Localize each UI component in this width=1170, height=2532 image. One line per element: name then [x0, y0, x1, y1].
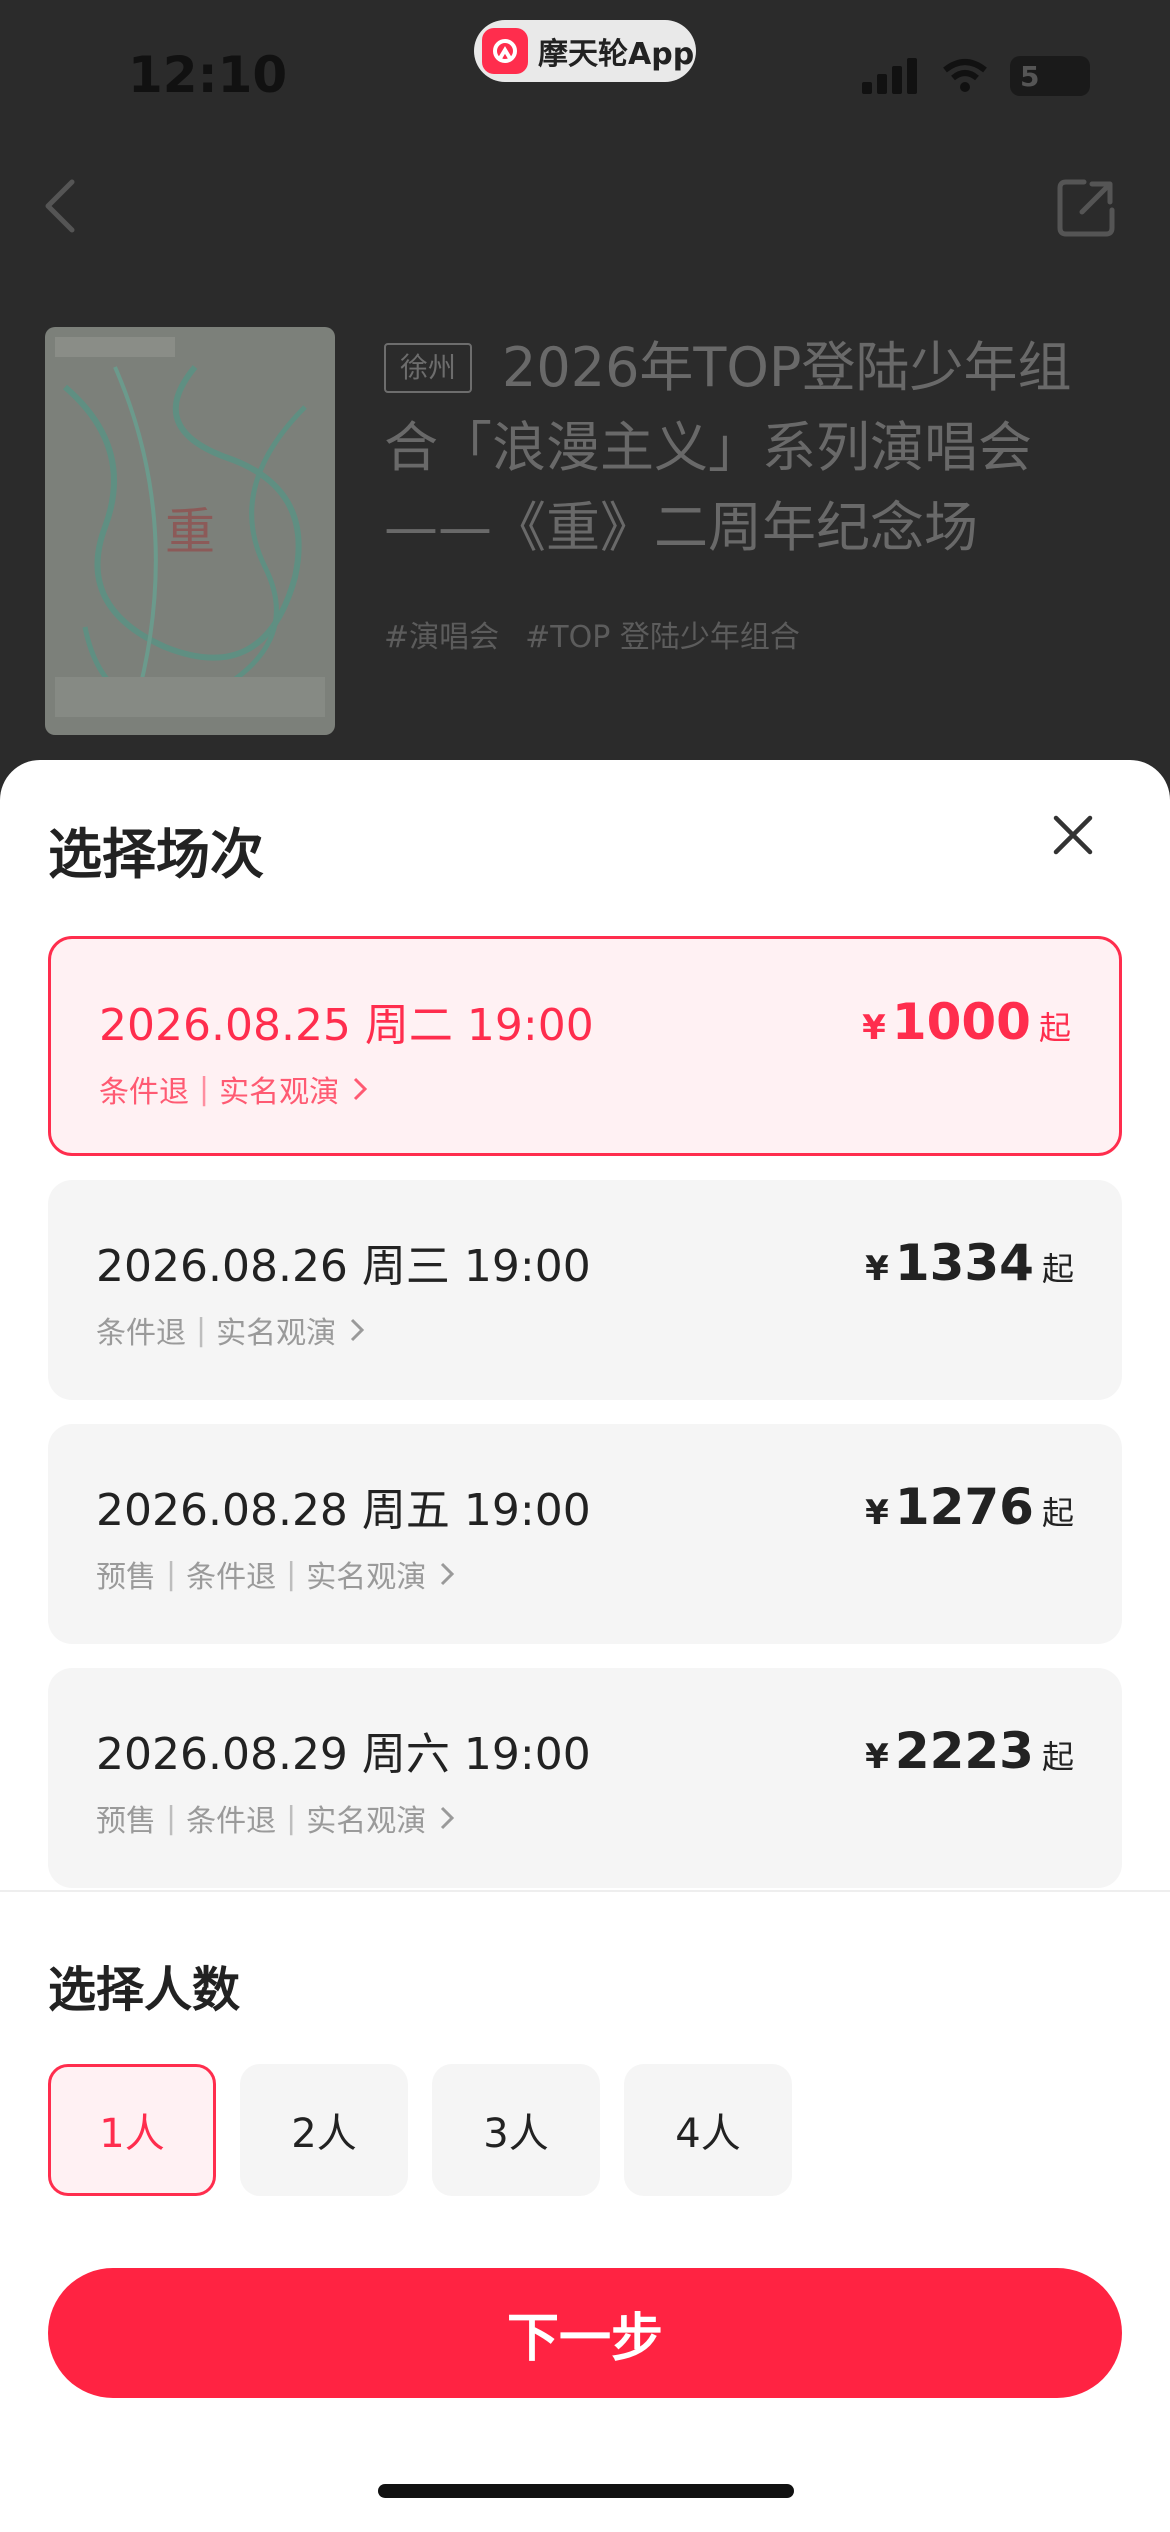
status-icons: 5 [860, 56, 1090, 96]
session-card[interactable]: 2026.08.25 周二 19:00 条件退 | 实名观演 ¥ 1000 起 [48, 936, 1122, 1156]
policy-label: 条件退 [186, 1560, 277, 1595]
count-option-3[interactable]: 3人 [432, 2064, 600, 2196]
price-suffix: 起 [1041, 1494, 1074, 1532]
count-option-4[interactable]: 4人 [624, 2064, 792, 2196]
policy-label: 条件退 [96, 1316, 186, 1351]
chevron-right-icon [354, 1077, 368, 1101]
session-select-sheet: 选择场次 2026.08.25 周二 19:00 条件退 | 实名观演 ¥ 10… [0, 760, 1170, 2532]
currency-symbol: ¥ [865, 1493, 889, 1533]
city-tag: 徐州 [384, 343, 473, 393]
count-options: 1人 2人 3人 4人 [48, 2064, 792, 2196]
separator: | [286, 1800, 297, 1836]
section-divider [0, 1890, 1170, 1892]
session-card[interactable]: 2026.08.28 周五 19:00 预售 | 条件退 | 实名观演 ¥ 12… [48, 1424, 1122, 1644]
wifi-icon [943, 59, 987, 92]
separator: | [196, 1312, 207, 1348]
event-tag[interactable]: #演唱会 [384, 612, 499, 656]
app-indicator-label: 摩天轮App [538, 37, 695, 72]
separator: | [199, 1071, 210, 1107]
sheet-title: 选择场次 [48, 823, 264, 886]
price-value: 1334 [894, 1234, 1034, 1292]
separator: | [166, 1800, 177, 1836]
app-indicator-pill[interactable]: 摩天轮App [474, 20, 696, 82]
event-poster[interactable]: 重 [45, 327, 335, 735]
chevron-right-icon [441, 1562, 455, 1586]
policy-label: 实名观演 [306, 1804, 427, 1839]
back-chevron-icon[interactable] [40, 176, 80, 236]
cellular-signal-icon [862, 58, 917, 94]
event-tags: #演唱会 #TOP 登陆少年组合 [384, 612, 800, 656]
policy-label: 条件退 [99, 1075, 189, 1110]
next-button[interactable]: 下一步 [48, 2268, 1122, 2398]
session-price: ¥ 2223 起 [865, 1722, 1074, 1780]
session-date: 2026.08.29 周六 19:00 [96, 1729, 591, 1780]
policy-label: 实名观演 [216, 1316, 337, 1351]
app-logo-icon [482, 28, 528, 74]
status-time: 12:10 [128, 46, 288, 104]
close-icon[interactable] [1050, 812, 1096, 858]
price-value: 2223 [894, 1722, 1034, 1780]
price-value: 1276 [894, 1478, 1034, 1536]
session-price: ¥ 1000 起 [862, 993, 1071, 1051]
count-title: 选择人数 [48, 1962, 241, 2018]
policy-label: 实名观演 [306, 1560, 427, 1595]
event-title: 2026年TOP登陆少年组合「浪漫主义」系列演唱会——《重》二周年纪念场 [384, 336, 1072, 559]
policy-label: 预售 [96, 1804, 156, 1839]
poster-character: 重 [165, 503, 215, 561]
price-suffix: 起 [1038, 1009, 1071, 1047]
session-price: ¥ 1334 起 [865, 1234, 1074, 1292]
chevron-right-icon [441, 1806, 455, 1830]
session-price: ¥ 1276 起 [865, 1478, 1074, 1536]
session-policy[interactable]: 预售 | 条件退 | 实名观演 [96, 1796, 460, 1840]
price-suffix: 起 [1041, 1250, 1074, 1288]
session-policy[interactable]: 预售 | 条件退 | 实名观演 [96, 1552, 460, 1596]
price-suffix: 起 [1041, 1738, 1074, 1776]
currency-symbol: ¥ [862, 1008, 886, 1048]
policy-label: 条件退 [186, 1804, 277, 1839]
session-card[interactable]: 2026.08.26 周三 19:00 条件退 | 实名观演 ¥ 1334 起 [48, 1180, 1122, 1400]
session-card[interactable]: 2026.08.29 周六 19:00 预售 | 条件退 | 实名观演 ¥ 22… [48, 1668, 1122, 1888]
separator: | [166, 1556, 177, 1592]
count-option-1[interactable]: 1人 [48, 2064, 216, 2196]
policy-label: 预售 [96, 1560, 156, 1595]
status-bar: 12:10 摩天轮App 5 [0, 0, 1170, 150]
price-value: 1000 [891, 993, 1031, 1051]
session-date: 2026.08.26 周三 19:00 [96, 1241, 591, 1292]
chevron-right-icon [351, 1318, 365, 1342]
separator: | [286, 1556, 297, 1592]
share-icon[interactable] [1054, 176, 1118, 240]
session-date: 2026.08.28 周五 19:00 [96, 1485, 591, 1536]
battery-icon: 5 [1010, 56, 1090, 96]
currency-symbol: ¥ [865, 1249, 889, 1289]
session-policy[interactable]: 条件退 | 实名观演 [99, 1067, 373, 1111]
policy-label: 实名观演 [219, 1075, 340, 1110]
event-tag[interactable]: #TOP 登陆少年组合 [525, 612, 800, 656]
currency-symbol: ¥ [865, 1737, 889, 1777]
session-policy[interactable]: 条件退 | 实名观演 [96, 1308, 370, 1352]
session-date: 2026.08.25 周二 19:00 [99, 1000, 594, 1051]
home-indicator[interactable] [378, 2484, 794, 2498]
count-option-2[interactable]: 2人 [240, 2064, 408, 2196]
